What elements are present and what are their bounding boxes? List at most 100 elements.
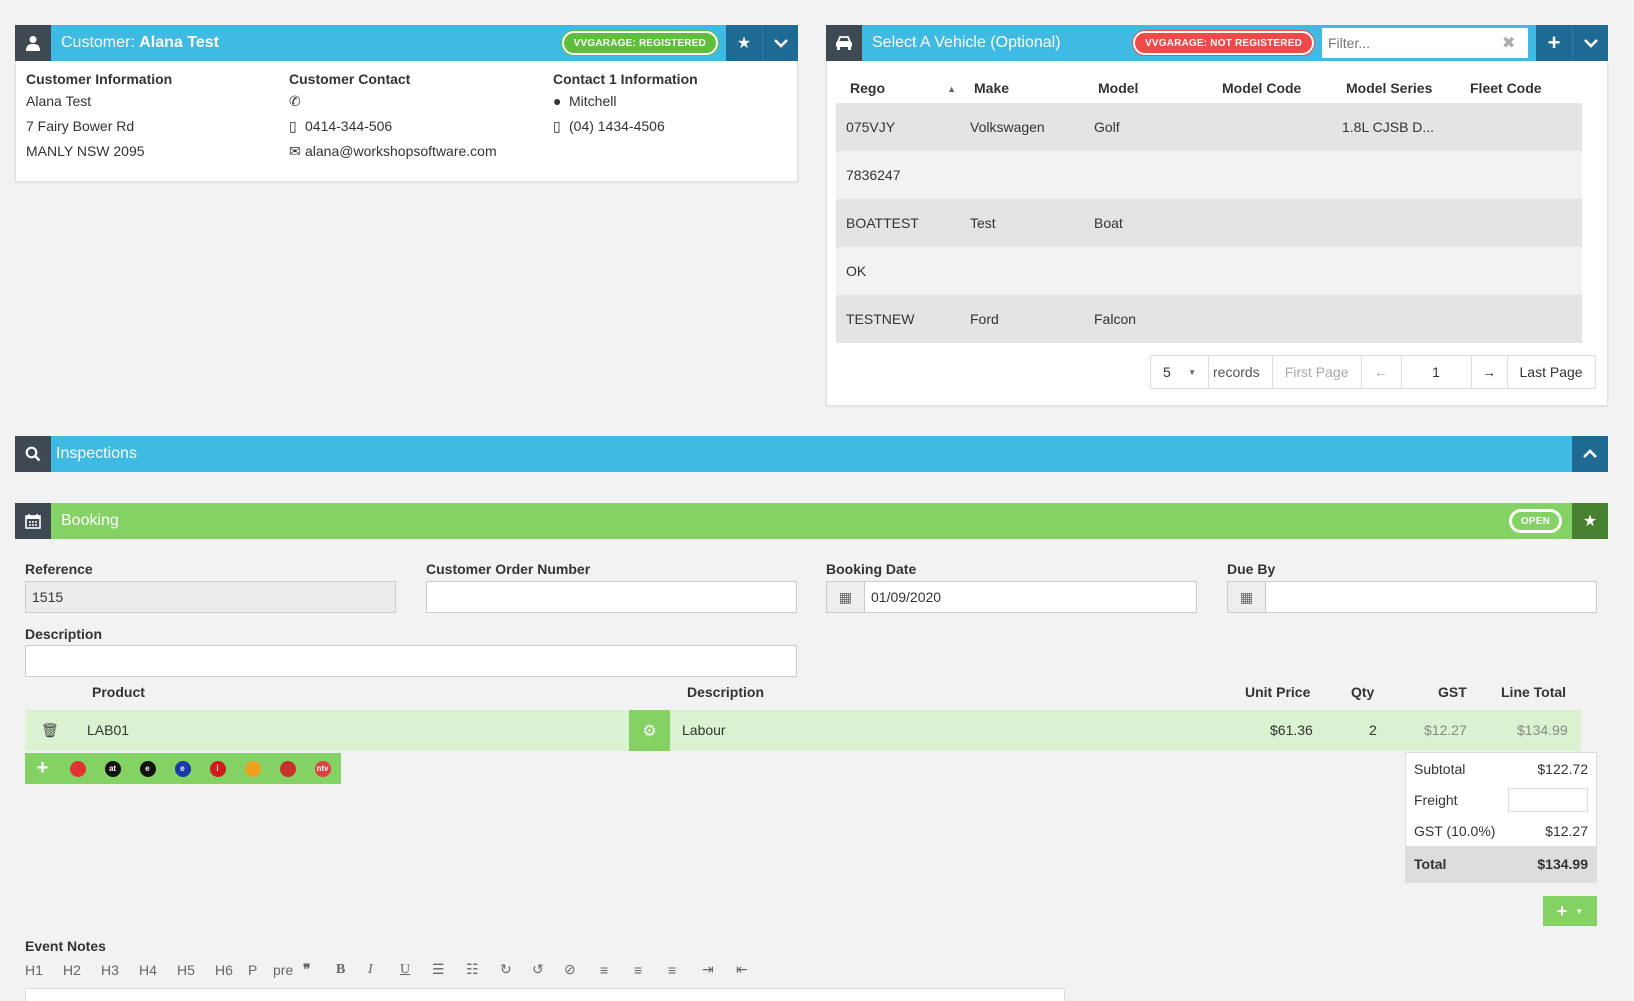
supplier-logo-button[interactable] (235, 753, 270, 784)
outdent-icon[interactable]: ⇤ (736, 961, 770, 978)
editor-h4[interactable]: H4 (139, 962, 177, 978)
supplier-logo-button[interactable] (270, 753, 305, 784)
inspections-collapse-button[interactable] (1572, 436, 1608, 472)
calendar-icon[interactable]: ▦ (827, 582, 865, 612)
calendar-icon[interactable]: ▦ (1228, 582, 1266, 612)
align-right-icon[interactable]: ≡ (668, 962, 702, 978)
add-line-button[interactable]: + (25, 753, 60, 784)
line-product[interactable]: LAB01 (87, 722, 129, 738)
col-fleet-code[interactable]: Fleet Code (1456, 80, 1580, 96)
table-row[interactable]: TESTNEW Ford Falcon (836, 295, 1582, 343)
booking-date-input[interactable]: ▦ 01/09/2020 (826, 581, 1197, 613)
col-make[interactable]: Make (960, 80, 1084, 96)
numbered-list-icon[interactable]: ☷ (466, 961, 500, 978)
col-model-code[interactable]: Model Code (1208, 80, 1332, 96)
supplier-logo-icon: ntv (314, 760, 331, 777)
mobile-icon: ▯ (553, 118, 561, 134)
bullet-list-icon[interactable]: ☰ (432, 961, 466, 978)
customer-mobile[interactable]: 0414-344-506 (305, 118, 392, 134)
line-total: $134.99 (1517, 722, 1568, 738)
editor-h1[interactable]: H1 (25, 962, 63, 978)
booking-panel-header: Booking OPEN ★ (15, 503, 1608, 539)
vehicle-filter[interactable]: ✖ (1322, 28, 1528, 58)
line-unit-price[interactable]: $61.36 (1270, 722, 1313, 738)
last-page-button[interactable]: Last Page (1508, 356, 1595, 388)
freight-input[interactable] (1508, 787, 1588, 812)
page-size-select[interactable]: 5 ▼ (1151, 356, 1209, 388)
favourite-star-button[interactable]: ★ (726, 25, 762, 61)
vehicle-filter-input[interactable] (1322, 29, 1502, 57)
customer-panel-header: Customer: Alana Test VVGARAGE: REGISTERE… (15, 25, 798, 61)
description-input[interactable] (25, 645, 797, 677)
col-model-series[interactable]: Model Series (1332, 80, 1456, 96)
inspections-panel-header[interactable]: Inspections (15, 436, 1608, 472)
reference-input: 1515 (25, 581, 396, 613)
editor-paragraph[interactable]: P (248, 962, 273, 978)
current-page[interactable]: 1 (1402, 356, 1472, 388)
customer-collapse-button[interactable] (762, 25, 798, 61)
bold-icon[interactable]: B (336, 962, 368, 978)
totals-box: Subtotal $122.72 Freight GST (10.0%) $12… (1405, 752, 1597, 883)
next-page-button[interactable]: → (1472, 356, 1508, 388)
table-row[interactable]: 7836247 (836, 151, 1582, 199)
editor-h3[interactable]: H3 (101, 962, 139, 978)
vehicle-collapse-button[interactable] (1572, 25, 1608, 61)
customer-name-title: Alana Test (139, 34, 219, 51)
table-row[interactable]: BOATTEST Test Boat (836, 199, 1582, 247)
customer-email[interactable]: alana@workshopsoftware.com (305, 143, 497, 159)
line-qty[interactable]: 2 (1369, 722, 1377, 738)
chevron-down-icon (1583, 39, 1598, 48)
total-value: $134.99 (1537, 856, 1588, 872)
supplier-logo-button[interactable] (60, 753, 95, 784)
redo-icon[interactable]: ↻ (500, 961, 532, 978)
editor-h2[interactable]: H2 (63, 962, 101, 978)
envelope-icon: ✉ (289, 143, 301, 159)
table-row[interactable]: OK (836, 247, 1582, 295)
star-icon: ★ (736, 35, 752, 52)
supplier-logo-button[interactable]: e (130, 753, 165, 784)
supplier-logo-icon (279, 760, 296, 777)
italic-icon[interactable]: I (368, 962, 400, 978)
inspections-title: Inspections (56, 445, 137, 462)
event-notes-label: Event Notes (25, 938, 106, 954)
line-description[interactable]: Labour (682, 722, 726, 738)
line-header-gst: GST (1438, 684, 1467, 700)
col-rego[interactable]: Rego ▲ (836, 80, 960, 96)
editor-toolbar: H1 H2 H3 H4 H5 H6 P pre ❞ B I U ☰ ☷ ↻ ↺ … (25, 961, 770, 978)
align-left-icon[interactable]: ≡ (600, 962, 634, 978)
underline-icon[interactable]: U (400, 962, 432, 978)
vvgarage-not-registered-badge: VVGARAGE: NOT REGISTERED (1132, 31, 1314, 55)
trash-icon[interactable]: 🗑 (41, 722, 59, 739)
event-notes-editor[interactable] (25, 988, 1065, 1001)
align-center-icon[interactable]: ≡ (634, 962, 668, 978)
total-label: Total (1414, 856, 1447, 872)
supplier-logo-button[interactable]: at (95, 753, 130, 784)
due-by-input[interactable]: ▦ (1227, 581, 1597, 613)
line-product-settings-button[interactable]: ⚙ (629, 710, 670, 751)
table-row[interactable]: 075VJY Volkswagen Golf 1.8L CJSB D... (836, 103, 1582, 151)
add-vehicle-button[interactable]: + (1536, 25, 1572, 61)
clear-filter-icon[interactable]: ✖ (1502, 33, 1515, 53)
first-page-button[interactable]: First Page (1273, 356, 1362, 388)
gst-value: $12.27 (1545, 822, 1588, 839)
line-item-row[interactable]: 🗑 LAB01 ⚙ Labour $61.36 2 $12.27 $134.99 (25, 710, 1581, 751)
prev-page-button[interactable]: ← (1362, 356, 1402, 388)
clear-format-icon[interactable]: ⊘ (564, 961, 600, 978)
indent-icon[interactable]: ⇥ (702, 961, 736, 978)
editor-pre[interactable]: pre (273, 962, 303, 978)
supplier-logo-button[interactable]: ntv (305, 753, 340, 784)
order-number-input[interactable] (426, 581, 797, 613)
supplier-logo-button[interactable]: i (200, 753, 235, 784)
contact1-phone[interactable]: (04) 1434-4506 (569, 118, 665, 134)
quote-icon[interactable]: ❞ (303, 961, 336, 978)
col-model[interactable]: Model (1084, 80, 1208, 96)
undo-icon[interactable]: ↺ (532, 961, 564, 978)
booking-favourite-button[interactable]: ★ (1572, 503, 1608, 539)
booking-date-value: 01/09/2020 (871, 589, 942, 605)
due-by-label: Due By (1227, 561, 1276, 577)
supplier-logo-button[interactable]: e (165, 753, 200, 784)
totals-add-button[interactable]: + ▼ (1543, 896, 1597, 926)
editor-h5[interactable]: H5 (177, 962, 215, 978)
subtotal-label: Subtotal (1414, 760, 1466, 777)
editor-h6[interactable]: H6 (215, 962, 248, 978)
